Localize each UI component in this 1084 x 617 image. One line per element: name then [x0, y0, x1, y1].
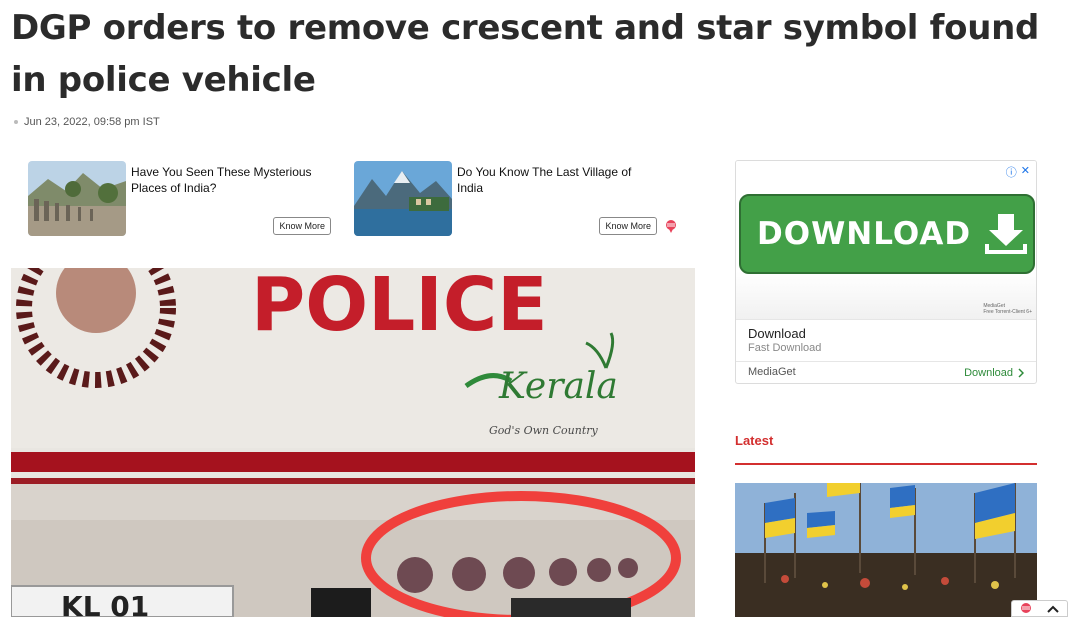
ad-cta-link[interactable]: Download [964, 366, 1024, 380]
promo-title[interactable]: Have You Seen These Mysterious Places of… [131, 164, 331, 196]
police-text: POLICE [251, 268, 548, 348]
ad-download-banner-button[interactable]: DOWNLOAD [739, 194, 1035, 274]
chevron-up-icon[interactable] [1047, 605, 1059, 613]
close-icon[interactable]: ✕ [1021, 164, 1030, 180]
ad-banner-label: DOWNLOAD [757, 216, 972, 252]
download-arrow-icon [985, 214, 1028, 254]
article-photo-police-vehicle: POLICE Kerala God's Own Country KL 01 [11, 268, 695, 617]
ad-advertiser: MediaGet [748, 366, 796, 378]
ad-title[interactable]: Download [748, 326, 1024, 341]
article-meta: Jun 23, 2022, 09:58 pm IST [14, 116, 160, 128]
info-icon[interactable]: ⓘ [1006, 164, 1017, 180]
sidebar-ad[interactable]: ⓘ ✕ DOWNLOAD MediaGet Free Torrent-Clien… [735, 160, 1037, 384]
ad-banner[interactable]: ⓘ ✕ DOWNLOAD MediaGet Free Torrent-Clien… [736, 161, 1036, 319]
ad-title-row[interactable]: Download Fast Download [736, 319, 1036, 361]
brand-logo-icon[interactable] [1020, 602, 1032, 616]
article-headline: DGP orders to remove crescent and star s… [11, 8, 1040, 100]
ad-footer-row[interactable]: MediaGet Download [736, 361, 1036, 383]
ad-subtitle: Fast Download [748, 342, 822, 354]
latest-divider [735, 463, 1037, 465]
promo-thumbnail-ruins[interactable] [28, 161, 126, 236]
latest-article-image[interactable] [735, 483, 1037, 617]
chevron-right-icon [1018, 368, 1024, 378]
promo-thumbnail-village[interactable] [354, 161, 452, 236]
promo-card-1[interactable]: Have You Seen These Mysterious Places of… [28, 161, 331, 237]
know-more-button[interactable]: Know More [599, 217, 657, 235]
publish-date: Jun 23, 2022, 09:58 pm IST [24, 116, 160, 128]
brand-logo-icon [665, 219, 677, 233]
promo-title[interactable]: Do You Know The Last Village of India [457, 164, 657, 196]
ad-small-print: MediaGet Free Torrent-Client 6+ [983, 303, 1032, 315]
latest-section-title: Latest [735, 433, 774, 448]
kerala-logo-text: Kerala [498, 366, 618, 407]
know-more-button[interactable]: Know More [273, 217, 331, 235]
kerala-tagline: God's Own Country [489, 424, 599, 437]
promo-card-2[interactable]: Do You Know The Last Village of India Kn… [354, 161, 657, 237]
floating-widget[interactable] [1011, 600, 1068, 617]
plate-text: KL 01 [61, 590, 149, 617]
bullet-icon [14, 120, 18, 124]
